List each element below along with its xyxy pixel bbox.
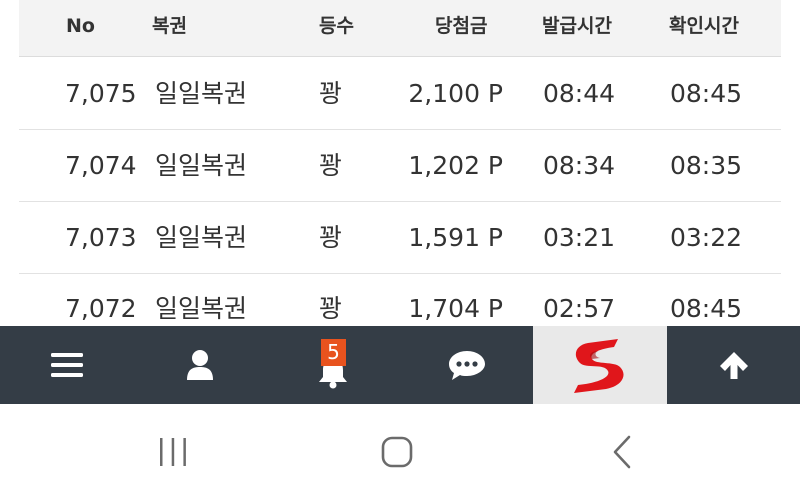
cell-no: 7,072 xyxy=(65,294,137,323)
lottery-history-table-area: No 복권 등수 당첨금 발급시간 확인시간 7,075 일일복권 꽝 2,10… xyxy=(0,0,800,326)
cell-issue-time: 03:21 xyxy=(543,223,616,252)
cell-rank: 꽝 xyxy=(319,151,343,180)
header-prize: 당첨금 xyxy=(435,15,488,37)
menu-icon xyxy=(50,353,83,377)
scroll-top-button[interactable] xyxy=(667,326,800,404)
arrow-up-icon xyxy=(719,352,748,379)
cell-lottery: 일일복권 xyxy=(155,223,248,252)
back-icon xyxy=(613,435,631,469)
cell-prize: 1,202 P xyxy=(408,151,503,180)
menu-button[interactable] xyxy=(0,326,133,404)
cell-rank: 꽝 xyxy=(319,223,343,252)
cell-lottery: 일일복권 xyxy=(155,79,248,108)
lottery-history-table: No 복권 등수 당첨금 발급시간 확인시간 7,075 일일복권 꽝 2,10… xyxy=(19,0,781,323)
profile-button[interactable] xyxy=(133,326,266,404)
cell-issue-time: 08:34 xyxy=(543,151,616,180)
cell-no: 7,075 xyxy=(65,79,137,108)
home-icon xyxy=(381,436,413,468)
header-no: No xyxy=(66,15,95,37)
cell-lottery: 일일복권 xyxy=(155,294,248,323)
cell-no: 7,074 xyxy=(65,151,137,180)
system-navigation-bar xyxy=(0,404,800,497)
cell-issue-time: 02:57 xyxy=(543,294,616,323)
cell-lottery: 일일복권 xyxy=(155,151,248,180)
table-row: 7,075 일일복권 꽝 2,100 P 08:44 08:45 xyxy=(19,58,781,130)
back-button[interactable] xyxy=(592,432,652,472)
recents-button[interactable] xyxy=(143,432,203,472)
notification-count-badge: 5 xyxy=(321,339,346,366)
table-row: 7,073 일일복권 꽝 1,591 P 03:21 03:22 xyxy=(19,202,781,274)
chat-icon xyxy=(448,351,485,380)
cell-no: 7,073 xyxy=(65,223,137,252)
user-icon xyxy=(186,350,213,380)
site-logo-button[interactable] xyxy=(533,326,667,404)
table-header: No 복권 등수 당첨금 발급시간 확인시간 xyxy=(19,0,781,57)
cell-prize: 1,591 P xyxy=(408,223,503,252)
cell-prize: 2,100 P xyxy=(408,79,503,108)
cell-rank: 꽝 xyxy=(319,79,343,108)
cell-check-time: 08:45 xyxy=(670,294,743,323)
table-row: 7,072 일일복권 꽝 1,704 P 02:57 08:45 xyxy=(19,273,781,326)
home-button[interactable] xyxy=(367,432,427,472)
chat-button[interactable] xyxy=(400,326,533,404)
header-rank: 등수 xyxy=(319,15,354,37)
header-lottery: 복권 xyxy=(152,15,187,37)
cell-rank: 꽝 xyxy=(319,294,343,323)
table-row: 7,074 일일복권 꽝 1,202 P 08:34 08:35 xyxy=(19,130,781,202)
cell-check-time: 08:35 xyxy=(670,151,743,180)
bottom-toolbar: 5 xyxy=(0,326,800,404)
recents-icon xyxy=(160,438,186,466)
cell-issue-time: 08:44 xyxy=(543,79,616,108)
cell-check-time: 03:22 xyxy=(670,223,743,252)
site-logo xyxy=(574,339,624,393)
cell-check-time: 08:45 xyxy=(670,79,743,108)
header-issue-time: 발급시간 xyxy=(542,15,612,37)
header-check-time: 확인시간 xyxy=(669,15,739,37)
cell-prize: 1,704 P xyxy=(408,294,503,323)
